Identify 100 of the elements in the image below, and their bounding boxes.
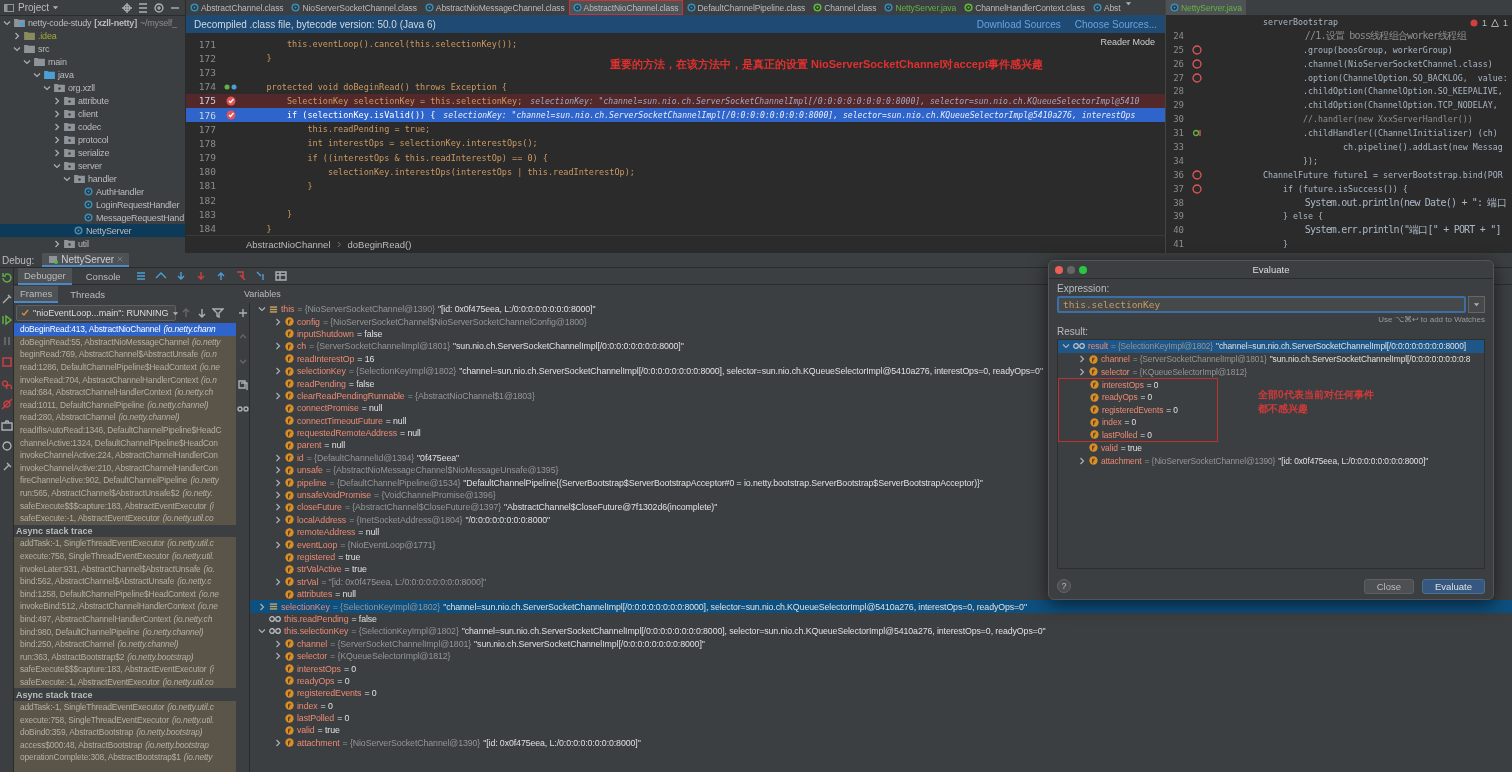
- evaluate-button[interactable]: Evaluate: [1422, 578, 1485, 594]
- banner-link[interactable]: Download Sources: [976, 18, 1061, 30]
- variable-row[interactable]: index = 0: [250, 699, 333, 712]
- variable-row[interactable]: attachment = {NioServerSocketChannel@1390} "[id: 0x0f475eea, L:/0:0:0:0:0:0:0:0:8000]": [250, 736, 641, 750]
- debug-session-tab[interactable]: NettyServer: [42, 253, 130, 267]
- variable-row[interactable]: readInterestOp = 16: [250, 352, 375, 365]
- stack-frame[interactable]: execute:758, SingleThreadEventExecutor (io.netty.util.: [14, 713, 236, 726]
- variable-row[interactable]: readyOps = 0: [1058, 390, 1218, 404]
- tree-item[interactable]: NettyServer: [0, 224, 185, 237]
- variable-row[interactable]: valid = true: [1058, 441, 1142, 455]
- thread-dropdown[interactable]: "nioEventLoop...main": RUNNING: [16, 305, 176, 321]
- history-button[interactable]: [1468, 296, 1485, 313]
- variable-row[interactable]: strVal = "[id: 0x0f475eea, L:/0:0:0:0:0:0:0:0:8000]": [250, 575, 487, 588]
- editor-tab[interactable]: NettyServer.java: [1166, 0, 1246, 15]
- variable-row[interactable]: index = 0: [1058, 416, 1218, 429]
- stack-frame[interactable]: invokeChannelActive:224, AbstractChannelHandlerCon: [14, 448, 236, 462]
- stack-frame[interactable]: channelActive:1324, DefaultChannelPipeline$HeadCon: [14, 436, 236, 449]
- variable-row[interactable]: strValActive = true: [250, 563, 367, 576]
- tab-list-caret-icon[interactable]: [1124, 0, 1132, 7]
- collapse-all-icon[interactable]: [137, 1, 149, 14]
- variable-row[interactable]: lastPolled = 0: [1058, 428, 1218, 442]
- editor-tab[interactable]: NioServerSocketChannel.class: [287, 0, 421, 15]
- stack-frame[interactable]: safeExecute$$$capture:183, AbstractEventExecutor (i: [14, 663, 236, 676]
- tree-item[interactable]: codec: [0, 120, 185, 133]
- variable-row[interactable]: pipeline = {DefaultChannelPipeline@1534} "DefaultChannelPipeline{(ServerBootstrap$ServerBootstrapAcceptor#0 = io.netty.bootstrap.ServerBootstrap$ServerBootstrapAcceptor)}": [250, 476, 983, 489]
- stack-frame[interactable]: addTask:-1, SingleThreadEventExecutor (io.netty.util.c: [14, 537, 236, 550]
- breakpoints-icon[interactable]: [0, 377, 13, 389]
- tree-item[interactable]: util: [0, 237, 185, 250]
- variable-row[interactable]: channel = {ServerSocketChannelImpl@1801} "sun.nio.ch.ServerSocketChannelImpl[/0:0:0:0:0:0:0:0:8000]": [250, 637, 705, 650]
- zoom-icon[interactable]: [1079, 265, 1087, 274]
- variable-row[interactable]: readPending = false: [250, 377, 375, 390]
- editor-tab[interactable]: ChannelHandlerContext.class: [960, 0, 1089, 15]
- stack-frame[interactable]: read:1011, DefaultChannelPipeline (io.netty.channel): [14, 398, 236, 412]
- variable-row[interactable]: ch = {ServerSocketChannelImpl@1801} "sun.nio.ch.ServerSocketChannelImpl[/0:0:0:0:0:0:0:0:8000]": [250, 340, 684, 353]
- stack-frame[interactable]: bind:1258, DefaultChannelPipeline$HeadContext (io.ne: [14, 587, 236, 601]
- variable-row[interactable]: attachment = {NioServerSocketChannel@1390} "[id: 0x0f475eea, L:/0:0:0:0:0:0:0:0:8000]": [1058, 454, 1429, 467]
- variable-row[interactable]: parent = null: [250, 439, 346, 452]
- variable-row[interactable]: eventLoop = {NioEventLoop@1771}: [250, 538, 436, 551]
- editor-tab[interactable]: DefaultChannelPipeline.class: [682, 0, 810, 15]
- copy-icon[interactable]: [236, 379, 249, 391]
- expression-field[interactable]: this.selectionKey: [1057, 296, 1466, 313]
- editor-tab[interactable]: NettyServer.java: [880, 0, 961, 15]
- tree-item[interactable]: netty-code-study [xzll-netty] ~/myself_: [0, 16, 185, 29]
- tree-item[interactable]: java: [0, 68, 185, 81]
- variable-row[interactable]: clearReadPendingRunnable = {AbstractNioChannel$1@1803}: [250, 389, 535, 403]
- variable-row[interactable]: interestOps = 0: [250, 662, 357, 675]
- frames-tab[interactable]: Frames: [14, 285, 59, 303]
- mute-breakpoints-icon[interactable]: [0, 398, 13, 410]
- tree-item[interactable]: .idea: [0, 29, 185, 42]
- help-button[interactable]: ?: [1057, 579, 1071, 593]
- banner-link[interactable]: Choose Sources...: [1074, 18, 1157, 30]
- tree-item[interactable]: MessageRequestHand: [0, 211, 185, 224]
- stack-frame[interactable]: bind:250, AbstractChannel (io.netty.channel): [14, 637, 236, 651]
- caret-icon[interactable]: [1473, 301, 1480, 308]
- warning-icon[interactable]: [1491, 19, 1499, 27]
- variable-row[interactable]: id = {DefaultChannelId@1394} "0f475eea": [250, 451, 460, 465]
- variable-row[interactable]: attributes = null: [250, 588, 356, 601]
- tree-item[interactable]: src: [0, 42, 185, 55]
- variable-row[interactable]: unsafeVoidPromise = {VoidChannelPromise@1396}: [250, 488, 496, 502]
- tree-item[interactable]: client: [0, 107, 185, 120]
- editor-tab[interactable]: Channel.class: [809, 0, 881, 15]
- variable-row[interactable]: selectionKey = {SelectionKeyImpl@1802} "channel=sun.nio.ch.ServerSocketChannelImpl[/0:0:0:0:0:0:0:0:8000], selector=sun.nio.ch.KQueueSelectorImpl@5410a276, interestOps=0, readyOps=0": [250, 364, 1043, 378]
- tree-item[interactable]: protocol: [0, 133, 185, 146]
- breakpoint-icon[interactable]: [226, 110, 236, 121]
- editor-tab[interactable]: AbstractChannel.class: [186, 0, 288, 15]
- variable-row[interactable]: selector = {KQueueSelectorImpl@1812}: [1058, 365, 1248, 379]
- stack-frame[interactable]: operationComplete:308, AbstractBootstrap$1 (io.netty: [14, 751, 236, 764]
- stack-frame[interactable]: beginRead:769, AbstractChannel$AbstractUnsafe (io.n: [14, 348, 236, 361]
- stack-frame[interactable]: read:1286, DefaultChannelPipeline$HeadContext (io.ne: [14, 360, 236, 374]
- stack-frame[interactable]: safeExecute$$$capture:183, AbstractEventExecutor (i: [14, 499, 236, 512]
- reader-mode-link[interactable]: Reader Mode: [1100, 37, 1155, 47]
- stack-frame[interactable]: invokeLater:931, AbstractChannel$AbstractUnsafe (io.: [14, 562, 236, 575]
- error-icon[interactable]: [1469, 19, 1478, 27]
- run-to-cursor-icon[interactable]: [254, 270, 267, 282]
- variable-row[interactable]: selectionKey = {SelectionKeyImpl@1802} "channel=sun.nio.ch.ServerSocketChannelImpl[/0:0:0:0:0:0:0:0:8000], selector=sun.nio.ch.KQueueSelectorImpl@5410a276, interestOps=0, readyOps=0": [250, 600, 1512, 613]
- tree-item[interactable]: server: [0, 159, 185, 172]
- variable-row[interactable]: this.selectionKey = {SelectionKeyImpl@1802} "channel=sun.nio.ch.ServerSocketChannelImpl[/0:0:0:0:0:0:0:0:8000], selector=sun.nio.ch.KQueueSelectorImpl@5410a276, interestOps=0, readyOps=0": [250, 625, 1046, 638]
- drop-frame-icon[interactable]: [234, 270, 247, 282]
- breadcrumb[interactable]: doBeginRead(): [347, 239, 412, 250]
- stack-frame[interactable]: safeExecute:-1, AbstractEventExecutor (io.netty.util.co: [14, 511, 236, 525]
- variable-row[interactable]: remoteAddress = null: [250, 526, 380, 539]
- variable-row[interactable]: registered = true: [250, 550, 361, 564]
- tree-item[interactable]: main: [0, 55, 185, 68]
- add-watch-icon[interactable]: [236, 307, 249, 319]
- editor-tab[interactable]: Abst: [1088, 0, 1125, 15]
- breakpoint-icon[interactable]: [226, 95, 236, 106]
- editor-tab[interactable]: AbstractNioChannel.class: [568, 0, 683, 15]
- variable-row[interactable]: readyOps = 0: [250, 674, 350, 688]
- stack-frame[interactable]: invokeChannelActive:210, AbstractChannelHandlerCon: [14, 461, 236, 475]
- variable-row[interactable]: valid = true: [250, 724, 340, 737]
- tree-item[interactable]: AuthHandler: [0, 185, 185, 198]
- variable-row[interactable]: lastPolled = 0: [250, 711, 350, 725]
- variable-row[interactable]: this.readPending = false: [250, 612, 377, 626]
- stack-frame[interactable]: safeExecute:-1, AbstractEventExecutor (io.netty.util.co: [14, 675, 236, 689]
- debugger-tab[interactable]: Console: [79, 268, 127, 284]
- tree-item[interactable]: attribute: [0, 94, 185, 107]
- tree-item[interactable]: LoginRequestHandler: [0, 198, 185, 211]
- variable-row[interactable]: config = {NioServerSocketChannel$NioServerSocketChannelConfig@1800}: [250, 315, 587, 328]
- stack-frame[interactable]: bind:562, AbstractChannel$AbstractUnsafe (io.netty.c: [14, 574, 236, 588]
- stack-frame[interactable]: doBeginRead:55, AbstractNioMessageChannel (io.netty: [14, 335, 236, 349]
